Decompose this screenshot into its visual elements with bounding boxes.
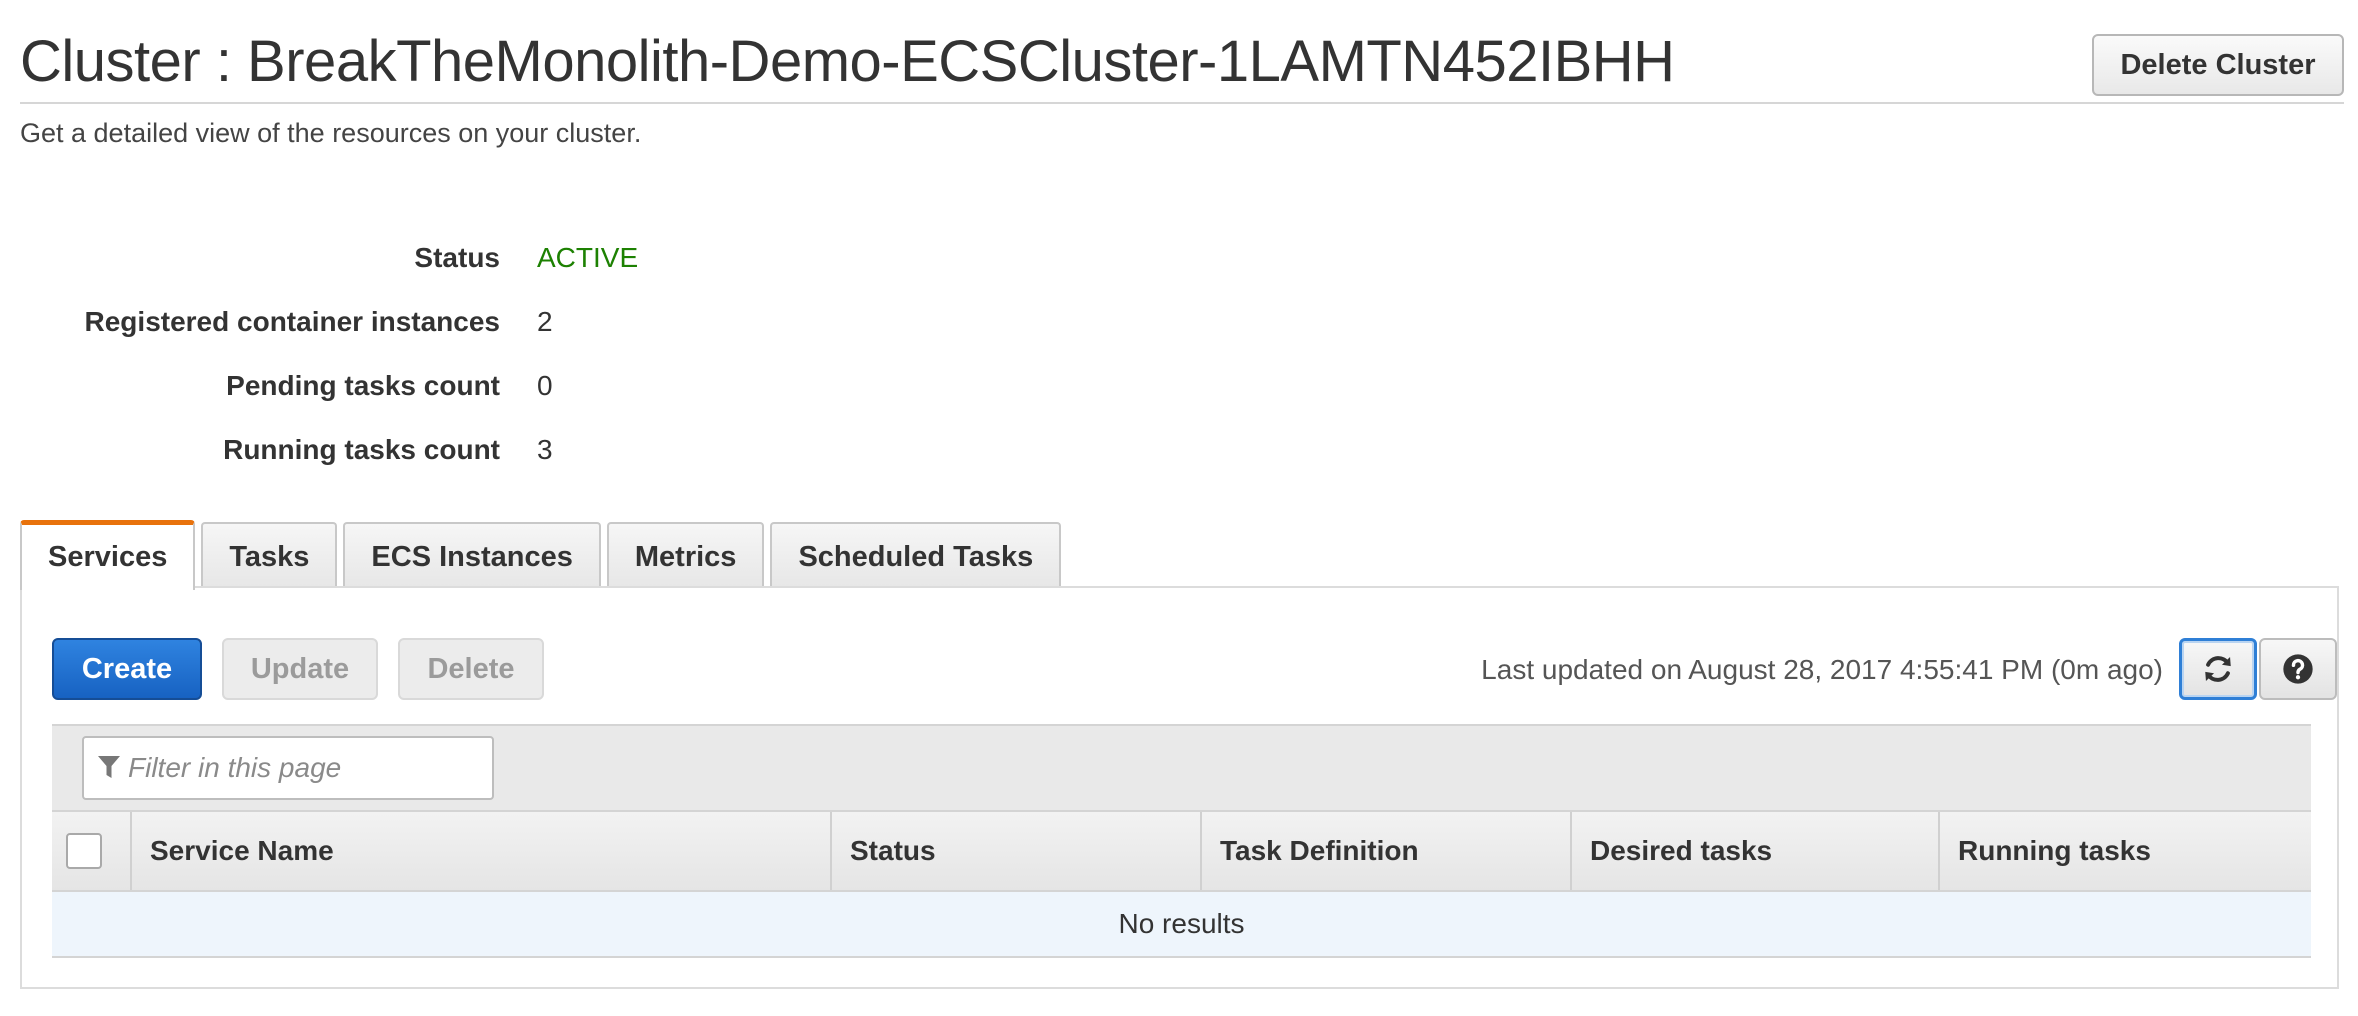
filter-field[interactable] xyxy=(82,736,494,800)
empty-table-row: No results xyxy=(52,892,2311,958)
registered-instances-label: Registered container instances xyxy=(84,306,500,337)
select-all-cell xyxy=(52,812,132,890)
filter-bar xyxy=(52,724,2311,810)
summary-row-pending: Pending tasks count 0 xyxy=(20,370,1220,434)
delete-button[interactable]: Delete xyxy=(398,638,544,700)
column-header-service-name[interactable]: Service Name xyxy=(132,812,832,890)
page-subtitle: Get a detailed view of the resources on … xyxy=(20,118,642,148)
status-value: ACTIVE xyxy=(537,242,639,273)
help-button[interactable] xyxy=(2259,638,2337,700)
cluster-page: Cluster : BreakTheMonolith-Demo-ECSClust… xyxy=(0,0,2358,1016)
tab-scheduled-tasks[interactable]: Scheduled Tasks xyxy=(770,522,1062,590)
running-tasks-label: Running tasks count xyxy=(223,434,500,465)
running-tasks-value: 3 xyxy=(537,434,553,465)
last-updated-text: Last updated on August 28, 2017 4:55:41 … xyxy=(1481,654,2163,685)
refresh-icon xyxy=(2205,656,2231,682)
summary-row-status: Status ACTIVE xyxy=(20,242,1220,306)
column-header-running-tasks[interactable]: Running tasks xyxy=(1940,812,2311,890)
help-icon xyxy=(2283,654,2313,684)
column-header-status[interactable]: Status xyxy=(832,812,1202,890)
status-label: Status xyxy=(414,242,500,273)
refresh-button[interactable] xyxy=(2179,638,2257,700)
page-header: Cluster : BreakTheMonolith-Demo-ECSClust… xyxy=(20,22,2344,104)
filter-input[interactable] xyxy=(126,751,486,785)
tab-ecs-instances[interactable]: ECS Instances xyxy=(343,522,601,590)
summary-row-registered: Registered container instances 2 xyxy=(20,306,1220,370)
column-header-desired-tasks[interactable]: Desired tasks xyxy=(1572,812,1940,890)
services-panel: Create Update Delete Last updated on Aug… xyxy=(20,586,2339,989)
update-button[interactable]: Update xyxy=(222,638,378,700)
select-all-checkbox[interactable] xyxy=(66,833,102,869)
pending-tasks-label: Pending tasks count xyxy=(226,370,500,401)
filter-icon xyxy=(98,756,120,778)
delete-cluster-button[interactable]: Delete Cluster xyxy=(2092,34,2344,96)
cluster-tabs: Services Tasks ECS Instances Metrics Sch… xyxy=(20,520,1062,590)
tab-tasks[interactable]: Tasks xyxy=(201,522,338,590)
summary-row-running: Running tasks count 3 xyxy=(20,434,1220,498)
page-title: Cluster : BreakTheMonolith-Demo-ECSClust… xyxy=(20,29,1675,94)
tab-metrics[interactable]: Metrics xyxy=(606,522,765,590)
column-header-task-definition[interactable]: Task Definition xyxy=(1202,812,1572,890)
create-button[interactable]: Create xyxy=(52,638,202,700)
tab-services[interactable]: Services xyxy=(20,520,196,590)
registered-instances-value: 2 xyxy=(537,306,553,337)
services-table-header: Service Name Status Task Definition Desi… xyxy=(52,810,2311,892)
pending-tasks-value: 0 xyxy=(537,370,553,401)
cluster-summary: Status ACTIVE Registered container insta… xyxy=(20,242,1220,498)
